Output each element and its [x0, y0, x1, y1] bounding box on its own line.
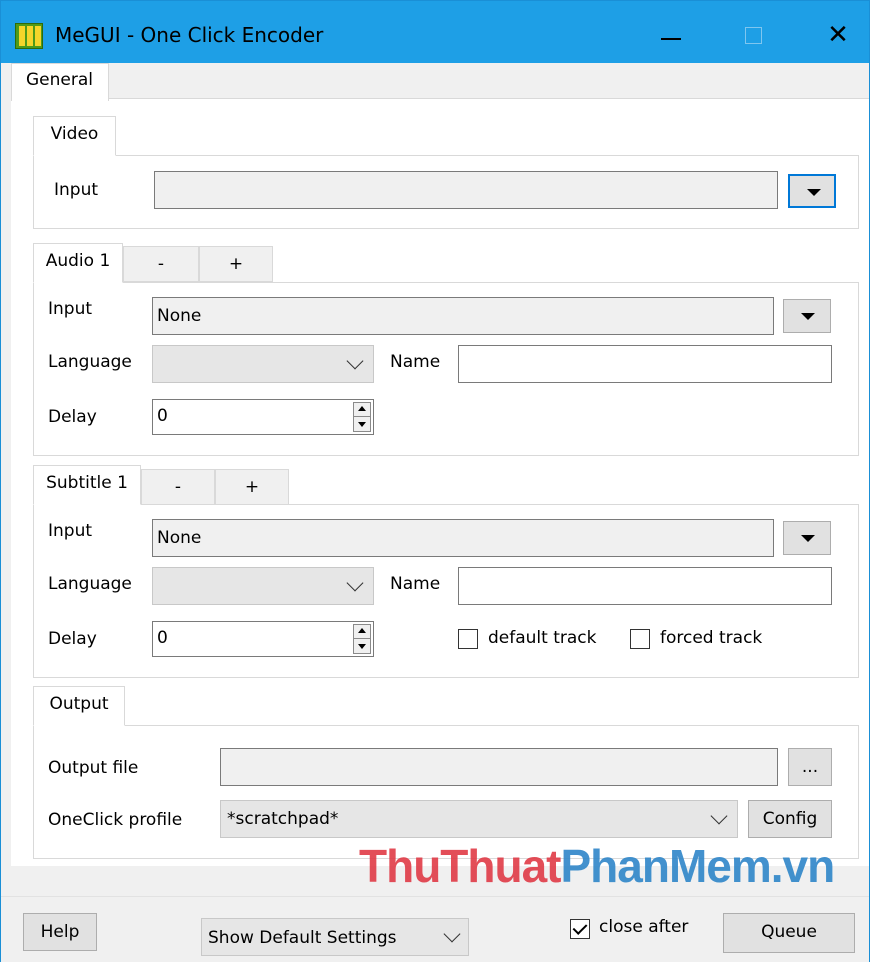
subtitle-input-label: Input: [48, 521, 93, 541]
chevron-down-icon: [710, 807, 728, 825]
subtitle-input-field[interactable]: None: [152, 519, 774, 557]
close-after-label: close after: [599, 917, 689, 937]
audio-delay-label: Delay: [48, 407, 97, 427]
config-button[interactable]: Config: [748, 800, 832, 838]
megui-app-icon: [15, 23, 43, 49]
dropdown-arrow-icon: [807, 189, 821, 196]
chevron-down-icon: [443, 925, 461, 943]
close-after-checkbox[interactable]: [570, 919, 590, 939]
add-subtitle-tab[interactable]: +: [215, 469, 289, 505]
audio-name-label: Name: [390, 352, 441, 372]
spin-down-icon: [358, 644, 366, 649]
subtitle-name-label: Name: [390, 574, 441, 594]
subtitle-language-label: Language: [48, 574, 132, 594]
audio-language-label: Language: [48, 352, 132, 372]
minimize-icon: [661, 38, 681, 40]
subtitle-input-dropdown-button[interactable]: [783, 521, 831, 555]
title-bar[interactable]: MeGUI - One Click Encoder ✕: [1, 1, 869, 63]
audio-input-label: Input: [48, 299, 93, 319]
subtitle-name-field[interactable]: [458, 567, 832, 605]
watermark-logo: ThuThuatPhanMem.vn: [359, 840, 835, 892]
subtitle-delay-stepper[interactable]: 0: [152, 621, 374, 657]
chevron-down-icon: [346, 352, 364, 370]
queue-button[interactable]: Queue: [723, 913, 855, 953]
video-group: Input: [33, 155, 859, 229]
chevron-down-icon: [346, 574, 364, 592]
audio-name-field[interactable]: [458, 345, 832, 383]
spin-buttons[interactable]: [353, 402, 371, 432]
tab-general-label: General: [26, 70, 93, 90]
tab-output[interactable]: Output: [33, 686, 125, 726]
maximize-button[interactable]: [729, 15, 779, 55]
tab-video[interactable]: Video: [33, 116, 116, 156]
video-input-field[interactable]: [154, 171, 778, 209]
default-track-checkbox[interactable]: [458, 629, 478, 649]
minimize-button[interactable]: [646, 15, 696, 55]
tab-video-label: Video: [50, 124, 99, 144]
maximize-icon: [745, 27, 762, 44]
tab-audio-1-label: Audio 1: [45, 251, 111, 271]
spin-buttons[interactable]: [353, 624, 371, 654]
tab-general[interactable]: General: [11, 63, 109, 101]
settings-mode-select[interactable]: Show Default Settings: [201, 918, 469, 956]
general-panel: Video Input Audio 1 - + Input None Langu…: [11, 98, 869, 866]
subtitle-delay-label: Delay: [48, 629, 97, 649]
audio-input-dropdown-button[interactable]: [783, 299, 831, 333]
default-track-label: default track: [488, 628, 597, 648]
remove-subtitle-tab[interactable]: -: [141, 469, 215, 505]
audio-input-field[interactable]: None: [152, 297, 774, 335]
tab-output-label: Output: [49, 694, 109, 714]
forced-track-label: forced track: [660, 628, 763, 648]
oneclick-profile-select[interactable]: *scratchpad*: [220, 800, 738, 838]
audio-delay-stepper[interactable]: 0: [152, 399, 374, 435]
one-click-encoder-window: MeGUI - One Click Encoder ✕ General Vide…: [0, 0, 870, 962]
dropdown-arrow-icon: [801, 535, 815, 542]
help-button[interactable]: Help: [23, 913, 97, 951]
dropdown-arrow-icon: [801, 313, 815, 320]
remove-audio-tab[interactable]: -: [123, 246, 199, 282]
spin-down-icon: [358, 422, 366, 427]
output-file-field[interactable]: [220, 748, 778, 786]
subtitle-group: Input None Language Name Delay 0 default…: [33, 504, 859, 678]
tab-subtitle-1[interactable]: Subtitle 1: [33, 465, 141, 505]
spin-up-icon: [358, 628, 366, 633]
forced-track-checkbox[interactable]: [630, 629, 650, 649]
spin-up-icon: [358, 406, 366, 411]
add-audio-tab[interactable]: +: [199, 246, 273, 282]
video-input-label: Input: [54, 180, 99, 200]
window-title: MeGUI - One Click Encoder: [55, 23, 324, 47]
audio-language-select[interactable]: [152, 345, 374, 383]
bottom-bar: Help Show Default Settings close after Q…: [1, 896, 869, 962]
tab-audio-1[interactable]: Audio 1: [33, 243, 123, 283]
tab-subtitle-1-label: Subtitle 1: [46, 473, 128, 493]
main-tab-strip: General: [1, 63, 869, 101]
subtitle-language-select[interactable]: [152, 567, 374, 605]
browse-output-button[interactable]: ...: [788, 748, 832, 786]
close-button[interactable]: ✕: [813, 15, 863, 55]
video-input-dropdown-button[interactable]: [788, 174, 836, 208]
output-file-label: Output file: [48, 758, 139, 778]
close-icon: ✕: [827, 20, 849, 50]
oneclick-profile-label: OneClick profile: [48, 810, 183, 830]
audio-group: Input None Language Name Delay 0: [33, 282, 859, 456]
